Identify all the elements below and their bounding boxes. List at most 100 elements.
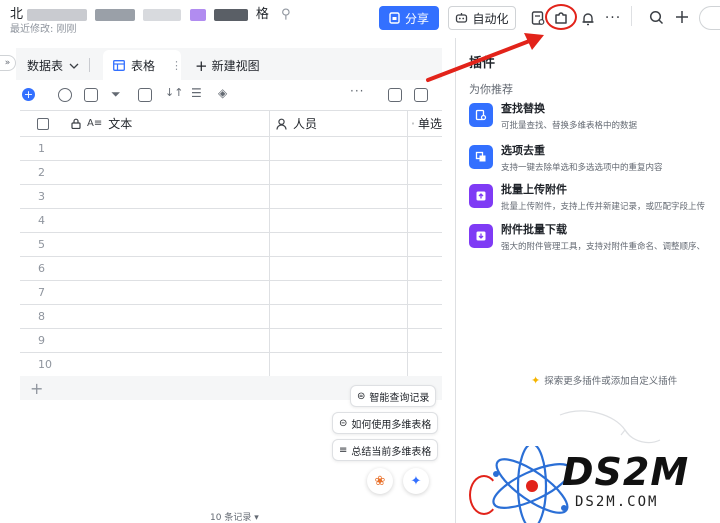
search-records-icon[interactable] <box>388 88 402 102</box>
sparkle-icon: ✦ <box>531 373 541 387</box>
table-row[interactable]: 3 <box>20 185 442 209</box>
blurred-title-segment <box>143 8 182 21</box>
datasheet-dropdown[interactable]: 数据表 <box>27 57 79 74</box>
last-modified: 最近修改: 刚刚 <box>10 24 77 35</box>
search-icon[interactable] <box>646 7 666 27</box>
chevron-down-icon <box>69 63 79 69</box>
grid-body: 1 2 3 4 5 6 7 8 9 10 <box>20 137 442 377</box>
comment-icon[interactable] <box>414 88 428 102</box>
row-number: 7 <box>20 281 270 304</box>
watermark-text: DS2M <box>562 450 690 494</box>
table-row[interactable]: 2 <box>20 161 442 185</box>
row-number: 10 <box>20 353 270 376</box>
row-number: 9 <box>20 329 270 352</box>
tab-more-icon[interactable]: ⋮ <box>171 59 182 72</box>
automation-label: 自动化 <box>472 11 509 26</box>
column-label: 人员 <box>293 117 318 131</box>
table-row[interactable]: 1 <box>20 137 442 161</box>
add-record-icon[interactable]: + <box>22 88 35 101</box>
dedupe-icon <box>469 145 493 169</box>
lock-doc-icon <box>389 12 400 24</box>
tab-table-label: 表格 <box>131 59 156 73</box>
plugin-item[interactable]: 批量上传附件 批量上传附件，支持上传并新建记录，或匹配字段上传 <box>469 181 720 213</box>
add-icon[interactable] <box>672 7 692 27</box>
table-row[interactable]: 9 <box>20 329 442 353</box>
table-row[interactable]: 8 <box>20 305 442 329</box>
row-number: 4 <box>20 209 270 232</box>
plugin-name: 查找替换 <box>501 102 545 115</box>
help-icon: ⊝ <box>339 417 348 429</box>
query-icon: ⊜ <box>357 390 366 402</box>
record-count-label: 10 条记录 <box>210 513 252 523</box>
explore-label: 探索更多插件或添加自定义插件 <box>544 376 678 387</box>
plugin-item[interactable]: 选项去重 支持一键去除单选和多选选项中的重复内容 <box>469 142 720 174</box>
table-row[interactable]: 10 <box>20 353 442 377</box>
plus-icon: + <box>195 56 208 75</box>
sort-icon[interactable]: ↓↑ <box>165 86 183 99</box>
automation-button[interactable]: 自动化 <box>448 6 516 30</box>
title-end: 格 <box>255 7 269 22</box>
column-header-single-select[interactable]: 单选 <box>408 111 442 136</box>
row-height-icon[interactable]: ☰ <box>191 86 202 100</box>
select-all-checkbox[interactable] <box>37 117 49 130</box>
fill-color-icon[interactable]: ◈ <box>218 86 227 100</box>
table-row[interactable]: 7 <box>20 281 442 305</box>
group-icon[interactable] <box>138 88 152 102</box>
ai-assistant-button[interactable]: ❀ <box>367 468 393 494</box>
download-icon <box>469 224 493 248</box>
table-row[interactable]: 4 <box>20 209 442 233</box>
column-header-text[interactable]: A≡ 文本 <box>20 111 270 136</box>
table-row[interactable]: 6 <box>20 257 442 281</box>
blurred-title-segment <box>189 8 206 21</box>
blurred-title-segment <box>213 8 248 21</box>
column-header-person[interactable]: 人员 <box>270 111 408 136</box>
tab-table-content[interactable]: 表格 ⋮ <box>113 57 182 74</box>
filter-icon[interactable]: ⏷ <box>111 87 121 102</box>
row-number: 5 <box>20 233 270 256</box>
blurred-title-segment <box>95 8 136 21</box>
more-icon[interactable]: ··· <box>603 8 623 28</box>
select-icon <box>412 122 414 125</box>
row-number: 6 <box>20 257 270 280</box>
share-button[interactable]: 分享 <box>379 6 439 30</box>
upload-icon <box>469 184 493 208</box>
row-number: 1 <box>20 137 270 160</box>
find-replace-icon <box>469 103 493 127</box>
how-to-use-chip[interactable]: ⊝ 如何使用多维表格 <box>332 412 439 434</box>
person-icon <box>276 118 287 130</box>
plugin-item[interactable]: 查找替换 可批量查找、替换多维表格中的数据 <box>469 100 720 132</box>
toolbar-more-icon[interactable]: ··· <box>350 84 364 98</box>
table-row[interactable]: 5 <box>20 233 442 257</box>
bell-icon[interactable] <box>578 8 598 28</box>
ai-sparkle-button[interactable]: ✦ <box>403 468 429 494</box>
blurred-title-segment <box>27 8 88 21</box>
summary-icon: ≡ <box>339 444 348 456</box>
row-number: 8 <box>20 305 270 328</box>
row-number: 2 <box>20 161 270 184</box>
new-view-button[interactable]: + 新建视图 <box>195 57 260 74</box>
row-number: 3 <box>20 185 270 208</box>
summarize-chip[interactable]: ≡ 总结当前多维表格 <box>332 439 439 461</box>
pin-icon[interactable]: ⚲ <box>281 7 291 22</box>
field-config-icon[interactable] <box>84 88 98 102</box>
explore-plugins-link[interactable]: ✦ 探索更多插件或添加自定义插件 <box>531 373 678 388</box>
share-label: 分享 <box>404 11 429 26</box>
lock-icon <box>71 118 81 129</box>
robot-icon <box>456 13 468 23</box>
chip-label: 智能查询记录 <box>369 392 430 404</box>
avatar[interactable] <box>699 6 720 30</box>
divider <box>631 6 632 26</box>
plugin-item[interactable]: 附件批量下载 强大的附件管理工具，支持对附件重命名、调整顺序、 <box>469 221 720 253</box>
smart-query-chip[interactable]: ⊜ 智能查询记录 <box>350 385 437 407</box>
expand-sidebar-button[interactable]: » <box>0 55 16 71</box>
watermark-url: DS2M.COM <box>575 494 659 510</box>
grid-toolbar: + ⏷ ↓↑ ☰ ◈ ··· <box>16 82 442 108</box>
plugin-name: 附件批量下载 <box>501 223 567 236</box>
caret-down-icon[interactable]: ▾ <box>254 513 259 523</box>
settings-icon[interactable] <box>58 88 72 102</box>
datasheet-label: 数据表 <box>27 59 64 73</box>
plugin-desc: 可批量查找、替换多维表格中的数据 <box>501 121 638 131</box>
chip-label: 总结当前多维表格 <box>351 446 432 458</box>
divider <box>89 58 90 72</box>
annotation-circle <box>545 4 577 30</box>
